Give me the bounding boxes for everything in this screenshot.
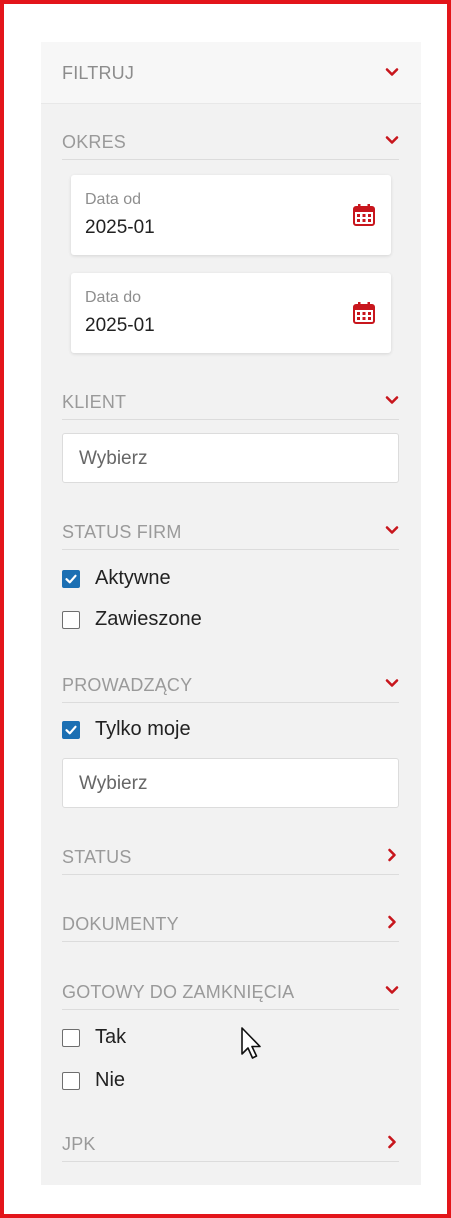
checkbox-checked-icon[interactable] <box>62 721 80 739</box>
checkbox-tylko-moje[interactable]: Tylko moje <box>62 718 382 742</box>
date-from-label: Data od <box>85 191 142 208</box>
prowadzacy-select-placeholder: Wybierz <box>79 773 148 794</box>
checkbox-nie[interactable]: Nie <box>62 1069 382 1093</box>
section-okres-title: OKRES <box>62 132 127 152</box>
klient-select[interactable]: Wybierz <box>62 433 399 483</box>
window-frame: FILTRUJ OKRES Data od 2025-01 Data do 20… <box>0 0 451 1218</box>
chevron-down-icon[interactable] <box>385 393 399 407</box>
checkbox-label: Tak <box>95 1026 127 1048</box>
section-prowadzacy-header[interactable]: PROWADZĄCY <box>62 669 399 703</box>
section-klient-header[interactable]: KLIENT <box>62 386 399 420</box>
section-status-firm-title: STATUS FIRM <box>62 522 182 542</box>
chevron-down-icon[interactable] <box>385 523 399 537</box>
date-from-value[interactable]: 2025-01 <box>85 217 155 239</box>
date-to-field[interactable]: Data do 2025-01 <box>71 273 391 353</box>
chevron-right-icon[interactable] <box>385 915 399 929</box>
mouse-cursor-icon <box>240 1026 264 1062</box>
section-dokumenty-title: DOKUMENTY <box>62 914 179 934</box>
section-jpk-header[interactable]: JPK <box>62 1128 399 1162</box>
checkbox-unchecked-icon[interactable] <box>62 1029 80 1047</box>
checkbox-zawieszone[interactable]: Zawieszone <box>62 608 382 632</box>
checkbox-label: Zawieszone <box>95 608 202 630</box>
filter-panel-header[interactable]: FILTRUJ <box>41 42 421 104</box>
filter-panel: FILTRUJ OKRES Data od 2025-01 Data do 20… <box>41 42 421 1185</box>
chevron-down-icon[interactable] <box>385 65 399 79</box>
calendar-icon[interactable] <box>352 203 376 227</box>
checkbox-tak[interactable]: Tak <box>62 1026 382 1050</box>
date-from-field[interactable]: Data od 2025-01 <box>71 175 391 255</box>
checkbox-label: Tylko moje <box>95 718 191 740</box>
section-status-title: STATUS <box>62 847 132 867</box>
klient-select-placeholder: Wybierz <box>79 448 148 469</box>
section-prowadzacy-title: PROWADZĄCY <box>62 675 193 695</box>
checkbox-label: Aktywne <box>95 567 171 589</box>
date-to-value[interactable]: 2025-01 <box>85 315 155 337</box>
chevron-right-icon[interactable] <box>385 848 399 862</box>
date-to-label: Data do <box>85 289 142 306</box>
calendar-icon[interactable] <box>352 301 376 325</box>
section-status-header[interactable]: STATUS <box>62 841 399 875</box>
checkbox-unchecked-icon[interactable] <box>62 1072 80 1090</box>
checkbox-label: Nie <box>95 1069 126 1091</box>
section-dokumenty-header[interactable]: DOKUMENTY <box>62 908 399 942</box>
filter-panel-title: FILTRUJ <box>62 63 135 83</box>
checkbox-unchecked-icon[interactable] <box>62 611 80 629</box>
chevron-down-icon[interactable] <box>385 676 399 690</box>
checkbox-aktywne[interactable]: Aktywne <box>62 567 382 591</box>
prowadzacy-select[interactable]: Wybierz <box>62 758 399 808</box>
section-gotowy-title: GOTOWY DO ZAMKNIĘCIA <box>62 982 295 1002</box>
section-klient-title: KLIENT <box>62 392 127 412</box>
checkbox-checked-icon[interactable] <box>62 570 80 588</box>
section-jpk-title: JPK <box>62 1134 96 1154</box>
section-okres-header[interactable]: OKRES <box>62 126 399 160</box>
section-status-firm-header[interactable]: STATUS FIRM <box>62 516 399 550</box>
chevron-down-icon[interactable] <box>385 983 399 997</box>
chevron-down-icon[interactable] <box>385 133 399 147</box>
chevron-right-icon[interactable] <box>385 1135 399 1149</box>
section-gotowy-header[interactable]: GOTOWY DO ZAMKNIĘCIA <box>62 976 399 1010</box>
